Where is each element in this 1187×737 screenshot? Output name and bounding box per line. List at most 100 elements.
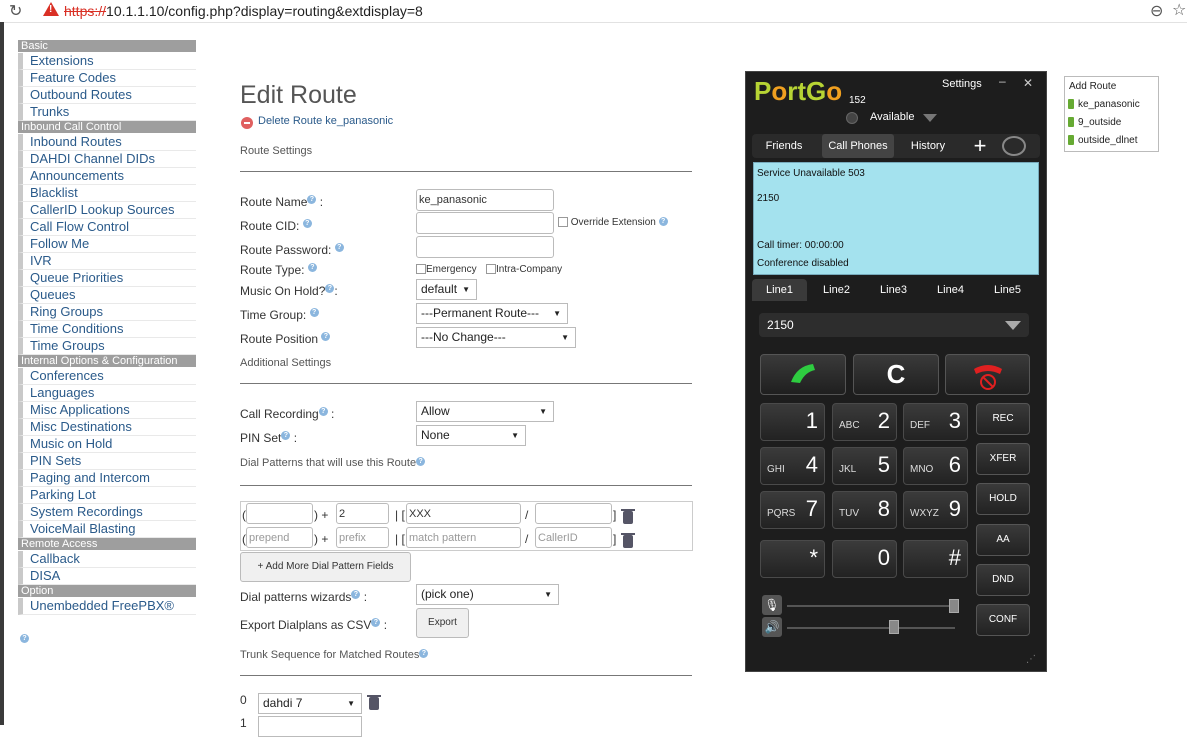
sidebar-item-voicemail-blasting[interactable]: VoiceMail Blasting [18,521,196,538]
route-cid-input[interactable] [416,212,554,234]
key-4-button[interactable]: 4 GHI [760,447,825,485]
prefix-input[interactable]: 2 [336,503,389,524]
microphone-icon[interactable]: 🎙 [762,595,782,615]
sidebar-item-system-recordings[interactable]: System Recordings [18,504,196,521]
trunk-select[interactable] [258,716,362,737]
sidebar-item-dahdi-channel-dids[interactable]: DAHDI Channel DIDs [18,151,196,168]
help-icon[interactable]: ? [281,431,291,440]
route-name-input[interactable]: ke_panasonic [416,189,554,211]
sidebar-item-queues[interactable]: Queues [18,287,196,304]
key-7-button[interactable]: 7 PQRS [760,491,825,529]
key-2-button[interactable]: 2 ABC [832,403,897,441]
power-icon[interactable] [1002,136,1026,156]
sidebar-item-follow-me[interactable]: Follow Me [18,236,196,253]
speaker-slider[interactable] [787,627,955,629]
help-icon[interactable]: ? [371,618,381,627]
delete-route-link[interactable]: Delete Route ke_panasonic [258,115,393,127]
minimize-icon[interactable]: – [999,74,1006,88]
key-1-button[interactable]: 1 [760,403,825,441]
sidebar-item-time-conditions[interactable]: Time Conditions [18,321,196,338]
help-icon[interactable]: ? [302,219,312,228]
key-8-button[interactable]: 8 TUV [832,491,897,529]
help-icon[interactable]: ? [658,217,668,226]
sidebar-item-parking-lot[interactable]: Parking Lot [18,487,196,504]
intra-company-checkbox[interactable] [486,264,496,275]
key-star-button[interactable]: * [760,540,825,578]
sidebar-item-callback[interactable]: Callback [18,551,196,568]
sidebar-item-misc-applications[interactable]: Misc Applications [18,402,196,419]
address-bar[interactable]: https://10.1.1.10/config.php?display=rou… [64,3,423,19]
tab-friends[interactable]: Friends [752,134,816,158]
help-icon[interactable]: ? [351,590,361,599]
add-route-link[interactable]: Add Route [1069,81,1116,92]
route-position-select[interactable]: ---No Change--- ▼ [416,327,576,348]
sidebar-item-time-groups[interactable]: Time Groups [18,338,196,355]
help-icon[interactable]: ? [321,332,331,341]
prefix-input[interactable]: prefix [336,527,389,548]
sidebar-item-queue-priorities[interactable]: Queue Priorities [18,270,196,287]
clear-button[interactable]: C [853,354,939,395]
number-input[interactable]: 2150 [759,313,1029,337]
route-password-input[interactable] [416,236,554,258]
conf-button[interactable]: CONF [976,604,1030,636]
drag-handle-icon[interactable] [1068,117,1074,128]
bookmark-star-icon[interactable]: ☆ [1172,0,1186,20]
help-icon[interactable]: ? [416,457,426,466]
sidebar-item-misc-destinations[interactable]: Misc Destinations [18,419,196,436]
route-list-item[interactable]: ke_panasonic [1068,99,1140,110]
tab-call-phones[interactable]: Call Phones [822,134,894,158]
music-on-hold-select[interactable]: default ▼ [416,279,477,300]
tab-history[interactable]: History [900,134,956,158]
chevron-down-icon[interactable] [1005,321,1021,330]
key-3-button[interactable]: 3 DEF [903,403,968,441]
time-group-select[interactable]: ---Permanent Route--- ▼ [416,303,568,324]
callerid-input[interactable]: CallerID [535,527,612,548]
sidebar-item-paging-and-intercom[interactable]: Paging and Intercom [18,470,196,487]
sidebar-item-music-on-hold[interactable]: Music on Hold [18,436,196,453]
tab-line1[interactable]: Line1 [752,279,807,301]
dnd-button[interactable]: DND [976,564,1030,596]
export-button[interactable]: Export [416,608,469,638]
help-icon[interactable]: ? [318,407,328,416]
resize-grip-icon[interactable]: ⋰ [1026,654,1036,665]
hold-button[interactable]: HOLD [976,483,1030,515]
hangup-button[interactable] [945,354,1030,395]
help-icon[interactable]: ? [419,649,429,658]
emergency-checkbox[interactable] [416,264,426,275]
add-icon[interactable]: + [966,134,994,158]
help-icon[interactable]: ? [20,634,29,643]
key-5-button[interactable]: 5 JKL [832,447,897,485]
call-button[interactable] [760,354,846,395]
wizards-select[interactable]: (pick one) ▼ [416,584,559,605]
microphone-slider[interactable] [787,605,955,607]
help-icon[interactable]: ? [307,195,317,204]
settings-button[interactable]: Settings [942,78,982,90]
rec-button[interactable]: REC [976,403,1030,435]
sidebar-item-feature-codes[interactable]: Feature Codes [18,70,196,87]
call-recording-select[interactable]: Allow ▼ [416,401,554,422]
sidebar-item-ivr[interactable]: IVR [18,253,196,270]
speaker-slider-knob[interactable] [889,620,899,634]
key-hash-button[interactable]: # [903,540,968,578]
sidebar-item-announcements[interactable]: Announcements [18,168,196,185]
trash-icon[interactable] [621,509,635,524]
sidebar-item-call-flow-control[interactable]: Call Flow Control [18,219,196,236]
speaker-icon[interactable]: 🔊 [762,617,782,637]
xfer-button[interactable]: XFER [976,443,1030,475]
sidebar-item-disa[interactable]: DISA [18,568,196,585]
zoom-icon[interactable]: ⊖ [1150,1,1163,21]
key-9-button[interactable]: 9 WXYZ [903,491,968,529]
help-icon[interactable]: ? [307,263,317,272]
tab-line5[interactable]: Line5 [980,279,1035,301]
prepend-input[interactable] [246,503,313,524]
help-icon[interactable]: ? [309,308,319,317]
sidebar-item-blacklist[interactable]: Blacklist [18,185,196,202]
aa-button[interactable]: AA [976,524,1030,556]
sidebar-item-unembedded-freepbx[interactable]: Unembedded FreePBX® [18,598,196,615]
sidebar-item-pin-sets[interactable]: PIN Sets [18,453,196,470]
help-icon[interactable]: ? [325,284,335,293]
close-icon[interactable]: ✕ [1023,76,1033,90]
sidebar-item-callerid-lookup-sources[interactable]: CallerID Lookup Sources [18,202,196,219]
sidebar-item-trunks[interactable]: Trunks [18,104,196,121]
key-0-button[interactable]: 0 [832,540,897,578]
